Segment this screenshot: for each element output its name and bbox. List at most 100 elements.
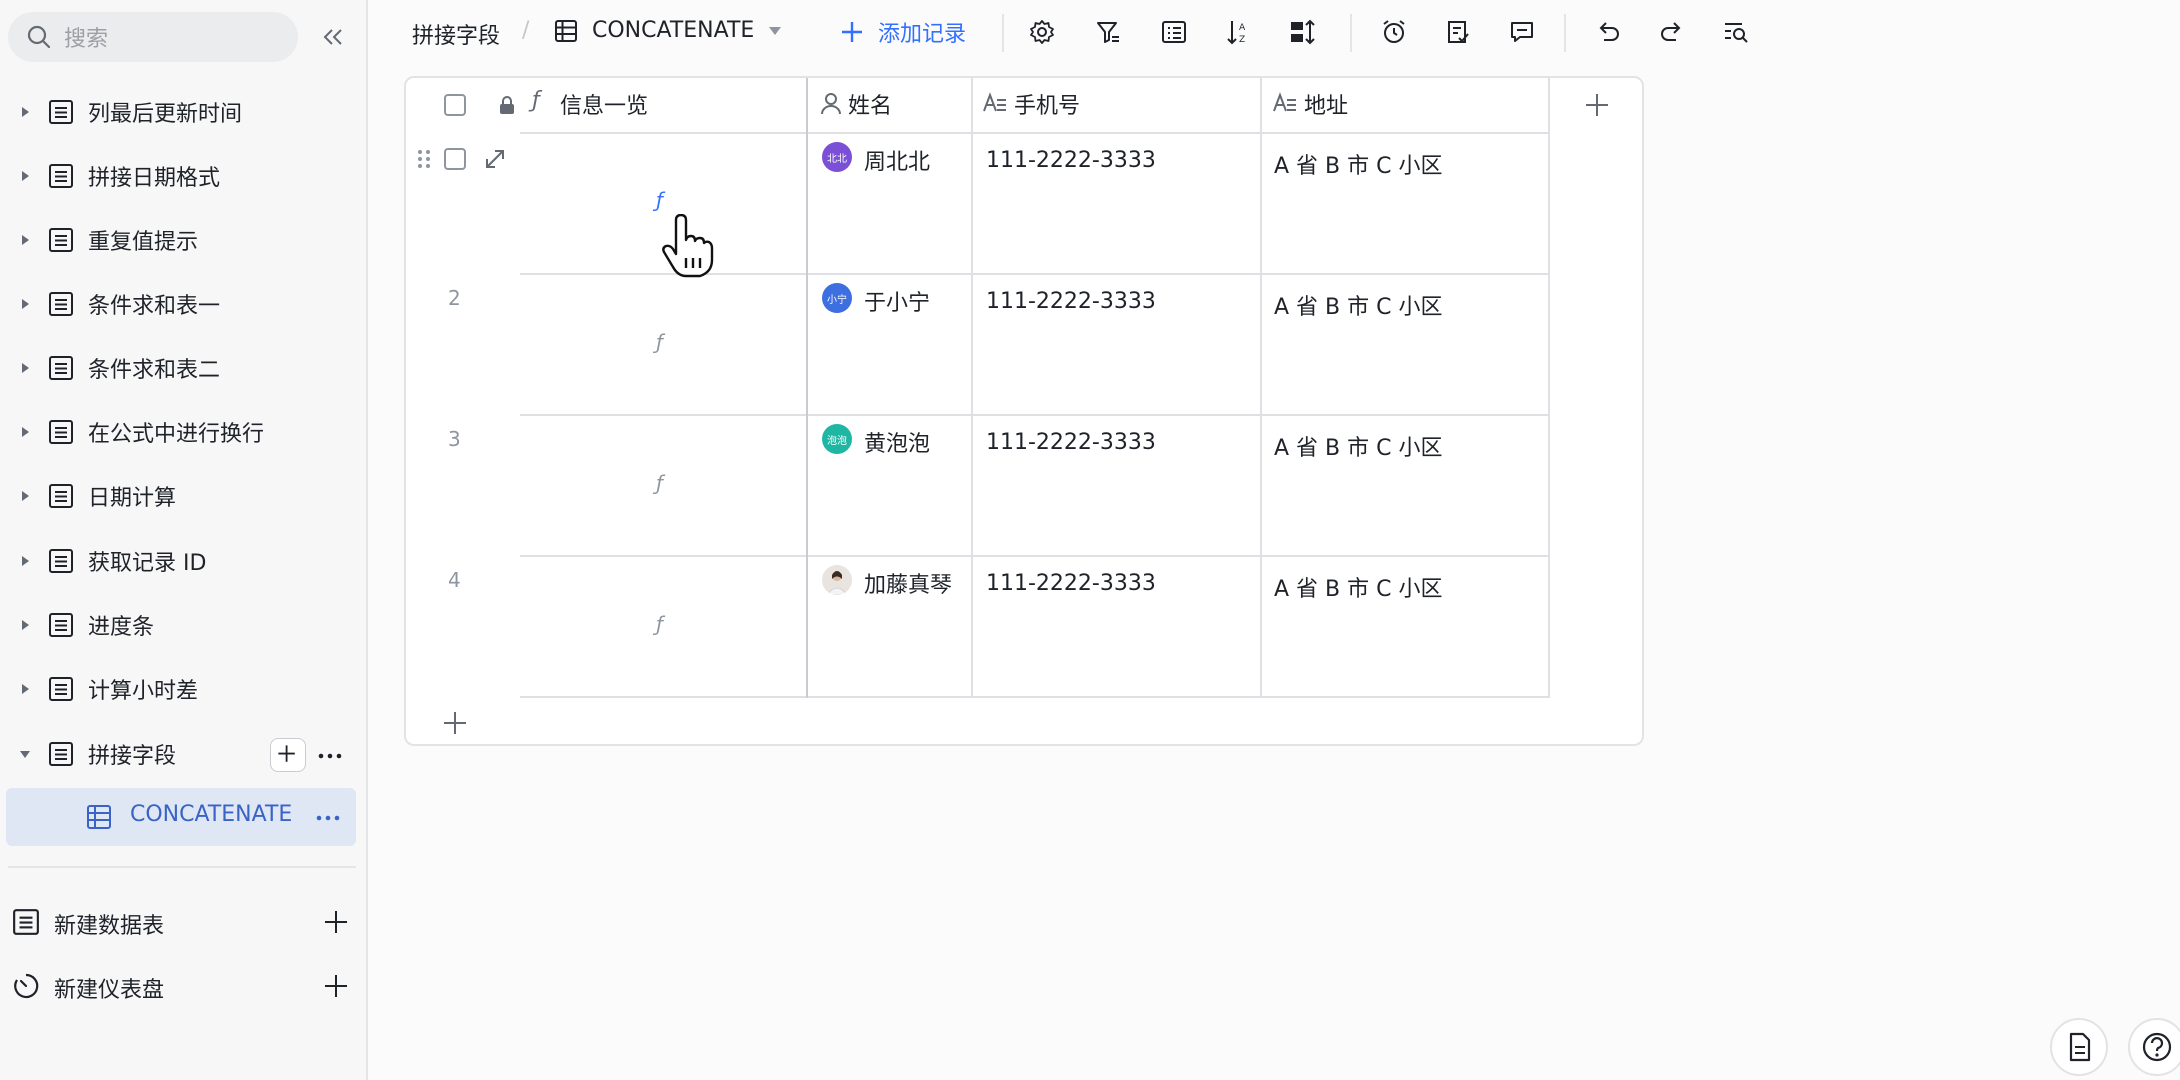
comment-icon[interactable] [1508, 18, 1536, 46]
expand-arrow-icon[interactable] [18, 425, 32, 439]
sidebar-item-2[interactable]: 拼接日期格式 [0, 148, 368, 204]
sidebar-item-label: 进度条 [88, 615, 155, 640]
breadcrumb-table[interactable]: 拼接字段 [412, 18, 500, 50]
expand-arrow-icon[interactable] [18, 169, 32, 183]
add-row-icon[interactable] [442, 710, 468, 736]
expand-record-icon[interactable] [482, 146, 508, 172]
expand-arrow-icon[interactable] [18, 297, 32, 311]
form-icon[interactable] [1444, 18, 1472, 46]
plus-icon[interactable] [322, 908, 350, 936]
select-all-checkbox[interactable] [444, 94, 466, 116]
expand-arrow-icon[interactable] [18, 105, 32, 119]
address-cell[interactable]: A 省 B 市 C 小区 [1274, 289, 1442, 321]
drag-handle-icon[interactable] [416, 148, 432, 170]
new-table-button[interactable]: 新建数据表 [0, 894, 368, 950]
name-cell[interactable]: 周北北 [864, 144, 930, 176]
add-record-button[interactable]: 添加记录 [840, 16, 966, 48]
sidebar-item-8[interactable]: 获取记录 ID [0, 533, 368, 589]
sidebar-item-1[interactable]: 列最后更新时间 [0, 84, 368, 140]
expand-arrow-icon[interactable] [18, 682, 32, 696]
add-field-icon[interactable] [1584, 92, 1610, 118]
expand-arrow-icon[interactable] [18, 554, 32, 568]
view-switcher[interactable]: CONCATENATE [554, 18, 782, 43]
phone-cell[interactable]: 111-2222-3333 [986, 430, 1156, 455]
row-divider [520, 414, 1550, 416]
phone-cell[interactable]: 111-2222-3333 [986, 148, 1156, 173]
more-icon[interactable] [314, 804, 342, 832]
new-table-label: 新建数据表 [54, 914, 165, 939]
sidebar-item-5[interactable]: 条件求和表二 [0, 340, 368, 396]
person-field-icon [821, 93, 841, 115]
address-cell[interactable]: A 省 B 市 C 小区 [1274, 571, 1442, 603]
grid-view-icon [555, 19, 577, 42]
gear-icon[interactable] [1028, 18, 1056, 46]
header-divider [406, 132, 1550, 134]
column-header-name[interactable]: 姓名 [848, 88, 892, 120]
name-cell[interactable]: 于小宁 [864, 285, 930, 317]
undo-icon[interactable] [1594, 18, 1622, 46]
table-icon [13, 909, 39, 935]
collapse-sidebar-icon[interactable] [318, 22, 348, 52]
column-header-info[interactable]: 信息一览 [560, 88, 648, 120]
column-divider [1548, 78, 1550, 698]
sort-icon[interactable]: AZ [1224, 18, 1252, 46]
new-dashboard-button[interactable]: 新建仪表盘 [0, 958, 368, 1014]
search-records-icon[interactable] [1722, 18, 1750, 46]
row-number: 3 [448, 427, 461, 451]
text-field-icon [983, 92, 1006, 112]
add-view-button[interactable] [270, 738, 306, 772]
plus-icon [278, 745, 295, 762]
table-icon [49, 228, 73, 252]
formula-cell-icon[interactable]: ƒ [656, 471, 663, 495]
redo-icon[interactable] [1658, 18, 1686, 46]
sidebar-item-10[interactable]: 计算小时差 [0, 661, 368, 717]
sidebar-item-4[interactable]: 条件求和表一 [0, 276, 368, 332]
more-icon[interactable] [316, 742, 344, 770]
data-grid: ƒ 信息一览 姓名 手机号 地址 2 3 4 ƒ ƒ ƒ ƒ 北北 周北北 小宁… [404, 76, 1644, 746]
sidebar-item-3[interactable]: 重复值提示 [0, 212, 368, 268]
phone-cell[interactable]: 111-2222-3333 [986, 289, 1156, 314]
expand-arrow-icon[interactable] [18, 361, 32, 375]
row-number: 2 [448, 286, 461, 310]
sidebar-item-label: 在公式中进行换行 [88, 422, 265, 447]
expand-arrow-icon[interactable] [18, 233, 32, 247]
column-header-phone[interactable]: 手机号 [1014, 88, 1080, 120]
group-icon[interactable] [1160, 18, 1188, 46]
sidebar-item-7[interactable]: 日期计算 [0, 468, 368, 524]
name-cell[interactable]: 加藤真琴 [864, 567, 952, 599]
sidebar-view-concatenate[interactable]: CONCATENATE [6, 788, 356, 846]
filter-icon[interactable] [1094, 18, 1122, 46]
plus-icon[interactable] [322, 972, 350, 1000]
alarm-clock-icon[interactable] [1380, 18, 1408, 46]
lock-icon [500, 96, 514, 114]
phone-cell[interactable]: 111-2222-3333 [986, 571, 1156, 596]
search-input[interactable]: 搜索 [8, 12, 298, 62]
collapse-arrow-icon[interactable] [18, 747, 32, 761]
new-dashboard-label: 新建仪表盘 [54, 978, 165, 1003]
formula-cell-icon[interactable]: ƒ [656, 330, 663, 354]
sidebar-item-label: 列最后更新时间 [88, 102, 243, 127]
address-cell[interactable]: A 省 B 市 C 小区 [1274, 148, 1442, 180]
table-icon [49, 164, 73, 188]
row-height-icon[interactable] [1288, 18, 1316, 46]
column-header-address[interactable]: 地址 [1304, 88, 1348, 120]
table-icon [49, 549, 73, 573]
docs-button[interactable] [2050, 1018, 2108, 1076]
table-icon [49, 742, 73, 766]
expand-arrow-icon[interactable] [18, 489, 32, 503]
formula-cell-icon[interactable]: ƒ [656, 188, 663, 212]
sidebar-item-6[interactable]: 在公式中进行换行 [0, 404, 368, 460]
document-icon [2069, 1032, 2091, 1062]
row-checkbox[interactable] [444, 148, 466, 170]
sidebar-item-label: 日期计算 [88, 486, 177, 511]
sidebar-item-11[interactable]: 拼接字段 [0, 726, 368, 782]
formula-cell-icon[interactable]: ƒ [656, 612, 663, 636]
table-icon [49, 420, 73, 444]
help-button[interactable] [2128, 1018, 2180, 1076]
address-cell[interactable]: A 省 B 市 C 小区 [1274, 430, 1442, 462]
frozen-column-divider [806, 78, 808, 698]
expand-arrow-icon[interactable] [18, 618, 32, 632]
sidebar-item-9[interactable]: 进度条 [0, 597, 368, 653]
name-cell[interactable]: 黄泡泡 [864, 426, 930, 458]
table-icon [49, 677, 73, 701]
